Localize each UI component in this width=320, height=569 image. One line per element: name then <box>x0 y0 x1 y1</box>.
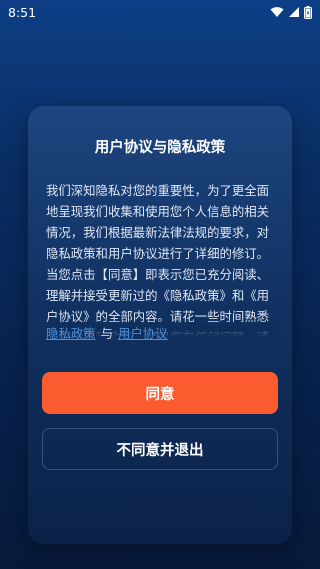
decline-exit-button[interactable]: 不同意并退出 <box>42 428 278 470</box>
dialog-body-text: 我们深知隐私对您的重要性，为了更全面地呈现我们收集和使用您个人信息的相关情况，我… <box>46 183 270 336</box>
status-icons <box>270 5 312 19</box>
link-separator: 与 <box>100 326 113 341</box>
policy-links: 隐私政策与用户协议 <box>46 324 168 342</box>
privacy-dialog: 用户协议与隐私政策 我们深知隐私对您的重要性，为了更全面地呈现我们收集和使用您个… <box>28 106 292 544</box>
status-time: 8:51 <box>8 4 37 20</box>
agree-button[interactable]: 同意 <box>42 372 278 414</box>
dialog-title: 用户协议与隐私政策 <box>94 140 226 156</box>
privacy-policy-link[interactable]: 隐私政策 <box>46 326 96 341</box>
status-bar: 8:51 <box>0 0 320 24</box>
wifi-icon <box>270 6 284 18</box>
signal-icon <box>288 6 300 18</box>
dialog-body[interactable]: 我们深知隐私对您的重要性，为了更全面地呈现我们收集和使用您个人信息的相关情况，我… <box>46 180 278 336</box>
battery-icon <box>304 5 312 19</box>
user-agreement-link[interactable]: 用户协议 <box>118 326 168 341</box>
